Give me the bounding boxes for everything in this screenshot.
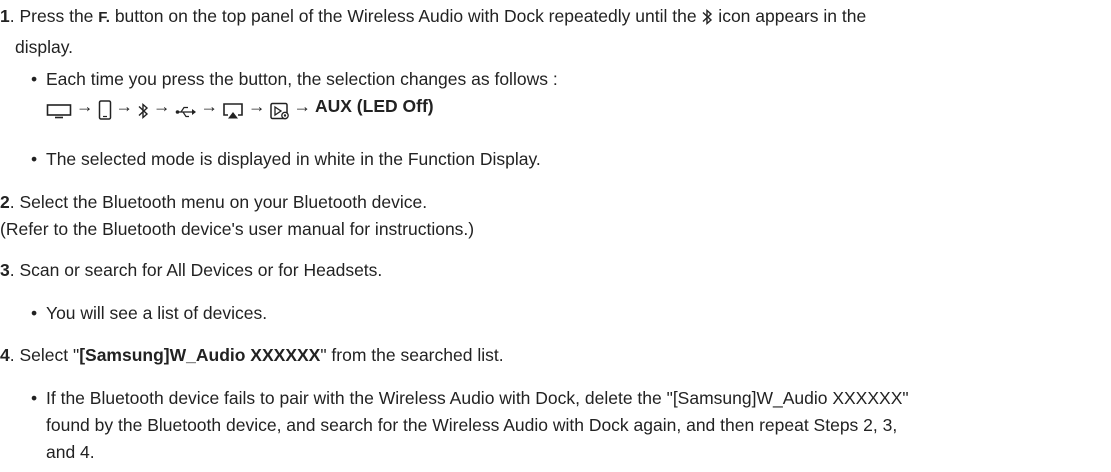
step-period: .: [9, 192, 15, 212]
step-text: button on the top panel of the Wireless …: [109, 6, 702, 26]
bullet-text: Each time you press the button, the sele…: [46, 69, 558, 89]
arrow: →: [153, 96, 171, 116]
step-number: 2: [0, 192, 10, 212]
step-period: .: [9, 260, 15, 280]
function-sequence: → → → → → → AUX (LED Off): [31, 93, 1101, 124]
step-text: " from the searched list.: [320, 345, 504, 365]
bullet: •: [31, 303, 38, 323]
bullet-text: The selected mode is displayed in white …: [46, 149, 541, 169]
device-name: [Samsung]W_Audio XXXXXX: [79, 345, 321, 365]
bluetooth-icon: [137, 97, 149, 124]
step-text: display.: [15, 37, 74, 57]
bullet: •: [31, 149, 38, 169]
sequence-end-label: AUX (LED Off): [315, 96, 434, 116]
step-4: 4. Select "[Samsung]W_Audio XXXXXX" from…: [0, 342, 1105, 369]
bullet-item: • You will see a list of devices.: [31, 300, 1101, 327]
bullet: •: [31, 388, 38, 408]
step-text: Press the: [19, 6, 99, 26]
step-2: 2. Select the Bluetooth menu on your Blu…: [0, 189, 1105, 243]
step-1: 1. Press the F. button on the top panel …: [0, 3, 1105, 61]
bullet-text: You will see a list of devices.: [46, 303, 268, 323]
step-note: (Refer to the Bluetooth device's user ma…: [0, 219, 475, 239]
step-text: icon appears in the: [713, 6, 867, 26]
arrow: →: [293, 96, 312, 116]
step-3: 3. Scan or search for All Devices or for…: [0, 257, 1105, 284]
allshare-icon: [269, 97, 290, 124]
bullet-text: and 4.: [46, 442, 95, 462]
airplay-icon: [222, 97, 244, 124]
step-text: Select the Bluetooth menu on your Blueto…: [19, 192, 428, 212]
bullet-text: If the Bluetooth device fails to pair wi…: [46, 388, 909, 408]
step-number: 4: [0, 345, 10, 365]
bullet-item: • The selected mode is displayed in white…: [31, 146, 1101, 173]
step-period: .: [9, 345, 15, 365]
step-period: .: [9, 6, 15, 26]
bluetooth-icon: [701, 7, 713, 34]
step-number: 1: [0, 6, 10, 26]
step-text: Select ": [19, 345, 80, 365]
arrow: →: [115, 96, 134, 116]
bullet: •: [31, 69, 38, 89]
usb-icon: [175, 97, 197, 124]
tv-icon: [46, 97, 72, 124]
step-number: 3: [0, 260, 10, 280]
bullet-text: found by the Bluetooth device, and searc…: [46, 415, 898, 435]
step-text: Scan or search for All Devices or for He…: [19, 260, 383, 280]
arrow: →: [76, 96, 94, 116]
bullet-item: • Each time you press the button, the sel…: [31, 66, 1101, 124]
phone-icon: [98, 97, 112, 124]
arrow: →: [200, 96, 219, 116]
bullet-item: • If the Bluetooth device fails to pair w…: [31, 385, 1101, 466]
function-button-label: F.: [98, 9, 110, 26]
arrow: →: [248, 96, 266, 116]
